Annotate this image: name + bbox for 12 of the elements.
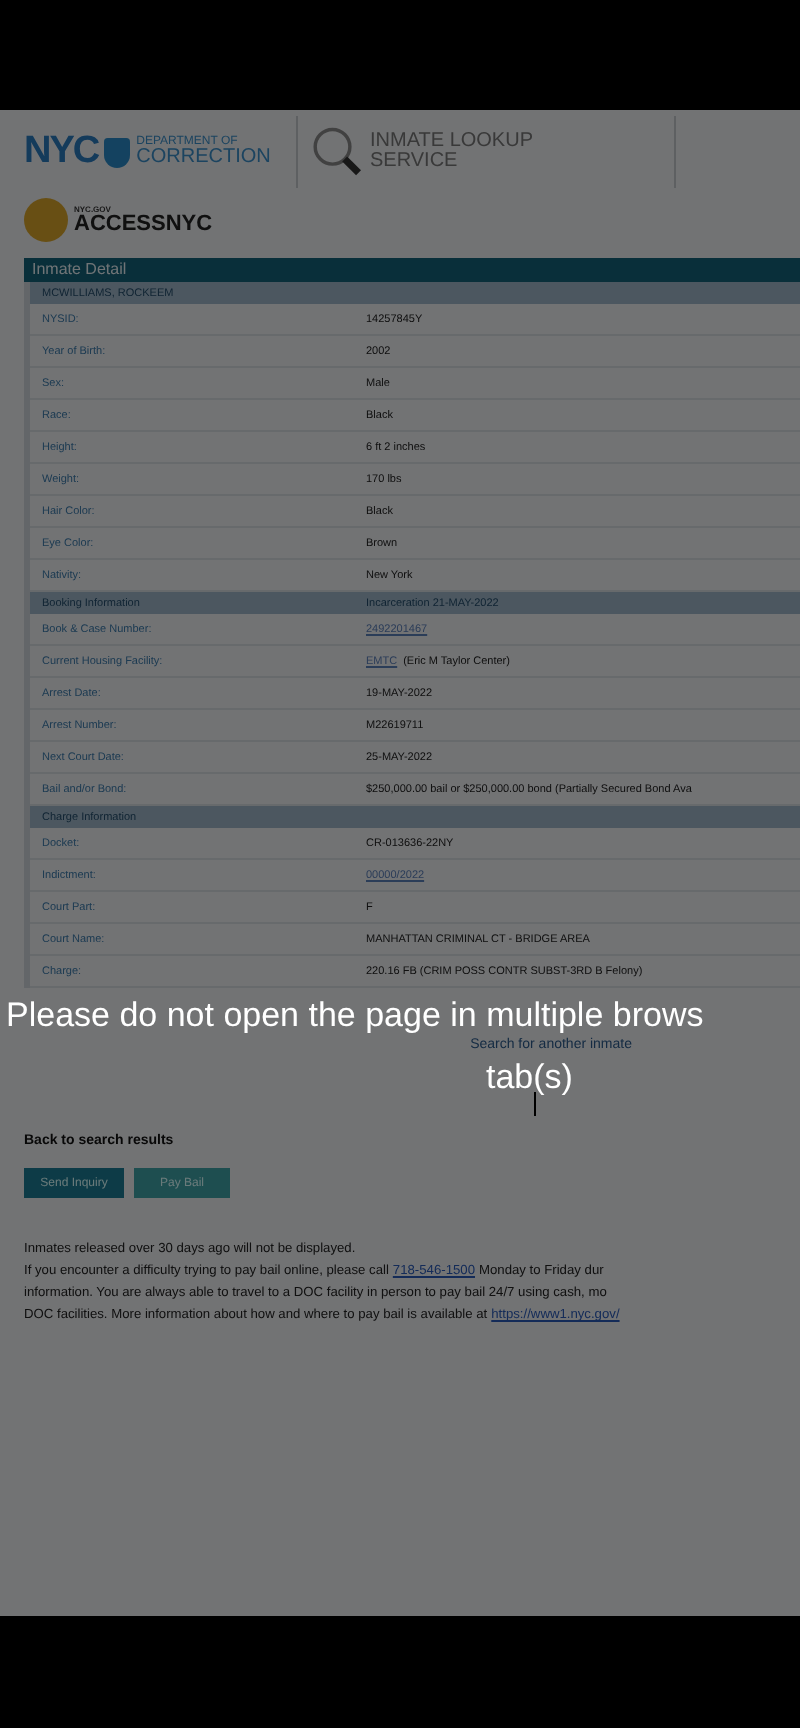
search-icon bbox=[310, 126, 362, 178]
text-cursor-icon bbox=[534, 1092, 536, 1116]
department-name: CORRECTION bbox=[136, 148, 271, 168]
accessnyc-icon bbox=[24, 198, 68, 242]
nyc-logo: NYC bbox=[24, 130, 99, 174]
overlay-message: Please do not open the page in multiple brows bbox=[6, 998, 704, 1034]
service-title: SERVICE bbox=[370, 152, 460, 172]
accessnyc-logo: ACCESSNYC bbox=[74, 213, 213, 235]
overlay-message: tab(s) bbox=[486, 1060, 573, 1096]
panel-title: Inmate Detail bbox=[24, 258, 800, 282]
service-title: INMATE LOOKUP bbox=[370, 132, 533, 152]
shield-icon bbox=[104, 137, 131, 167]
